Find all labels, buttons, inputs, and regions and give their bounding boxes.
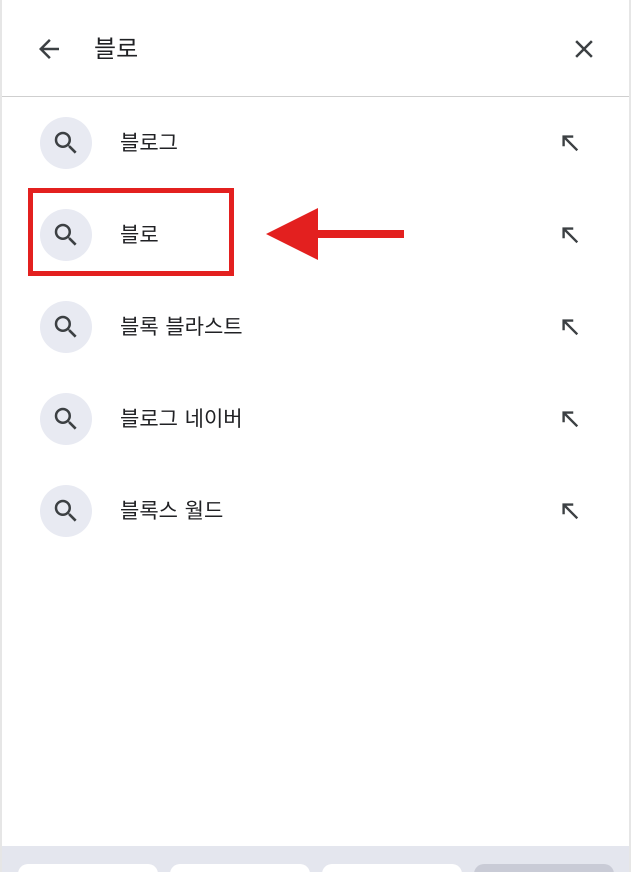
search-icon-bubble (40, 209, 92, 261)
fill-query-button[interactable] (552, 217, 588, 253)
search-suggestions-screen: 블로 블로그 블로 블록 블라스트 블로그 네이버 블록스 월드 (0, 0, 631, 872)
arrow-up-left-icon (562, 503, 579, 520)
keyboard-key[interactable] (170, 864, 310, 872)
suggestion-label: 블로 (120, 223, 159, 247)
search-icon (54, 131, 77, 154)
suggestion-item[interactable]: 블로 (2, 189, 629, 281)
suggestion-label: 블록스 월드 (120, 499, 224, 523)
clear-search-button[interactable] (565, 30, 603, 68)
arrow-up-left-icon (562, 135, 579, 152)
suggestion-label: 블록 블라스트 (120, 315, 243, 339)
arrow-up-left-icon (562, 411, 579, 428)
search-icon (54, 315, 77, 338)
search-icon (54, 407, 77, 430)
suggestion-item[interactable]: 블로그 (2, 97, 629, 189)
close-icon (575, 40, 593, 58)
search-icon-bubble (40, 393, 92, 445)
suggestion-item[interactable]: 블록 블라스트 (2, 281, 629, 373)
search-bar: 블로 (2, 0, 629, 97)
suggestion-list: 블로그 블로 블록 블라스트 블로그 네이버 블록스 월드 (2, 97, 629, 557)
suggestion-label: 블로그 네이버 (120, 407, 243, 431)
search-icon-bubble (40, 117, 92, 169)
keyboard-key[interactable] (322, 864, 462, 872)
suggestion-item[interactable]: 블록스 월드 (2, 465, 629, 557)
bottom-keyboard-strip (2, 846, 629, 872)
fill-query-button[interactable] (552, 125, 588, 161)
fill-query-button[interactable] (552, 309, 588, 345)
search-icon-bubble (40, 301, 92, 353)
suggestion-label: 블로그 (120, 131, 178, 155)
arrow-up-left-icon (562, 227, 579, 244)
back-button[interactable] (30, 30, 68, 68)
search-icon (54, 223, 77, 246)
search-icon-bubble (40, 485, 92, 537)
suggestion-item[interactable]: 블로그 네이버 (2, 373, 629, 465)
keyboard-key[interactable] (18, 864, 158, 872)
search-icon (54, 499, 77, 522)
fill-query-button[interactable] (552, 493, 588, 529)
search-query-input[interactable]: 블로 (94, 32, 138, 66)
arrow-up-left-icon (562, 319, 579, 336)
arrow-left-icon (39, 39, 59, 59)
keyboard-key[interactable] (474, 864, 614, 872)
fill-query-button[interactable] (552, 401, 588, 437)
